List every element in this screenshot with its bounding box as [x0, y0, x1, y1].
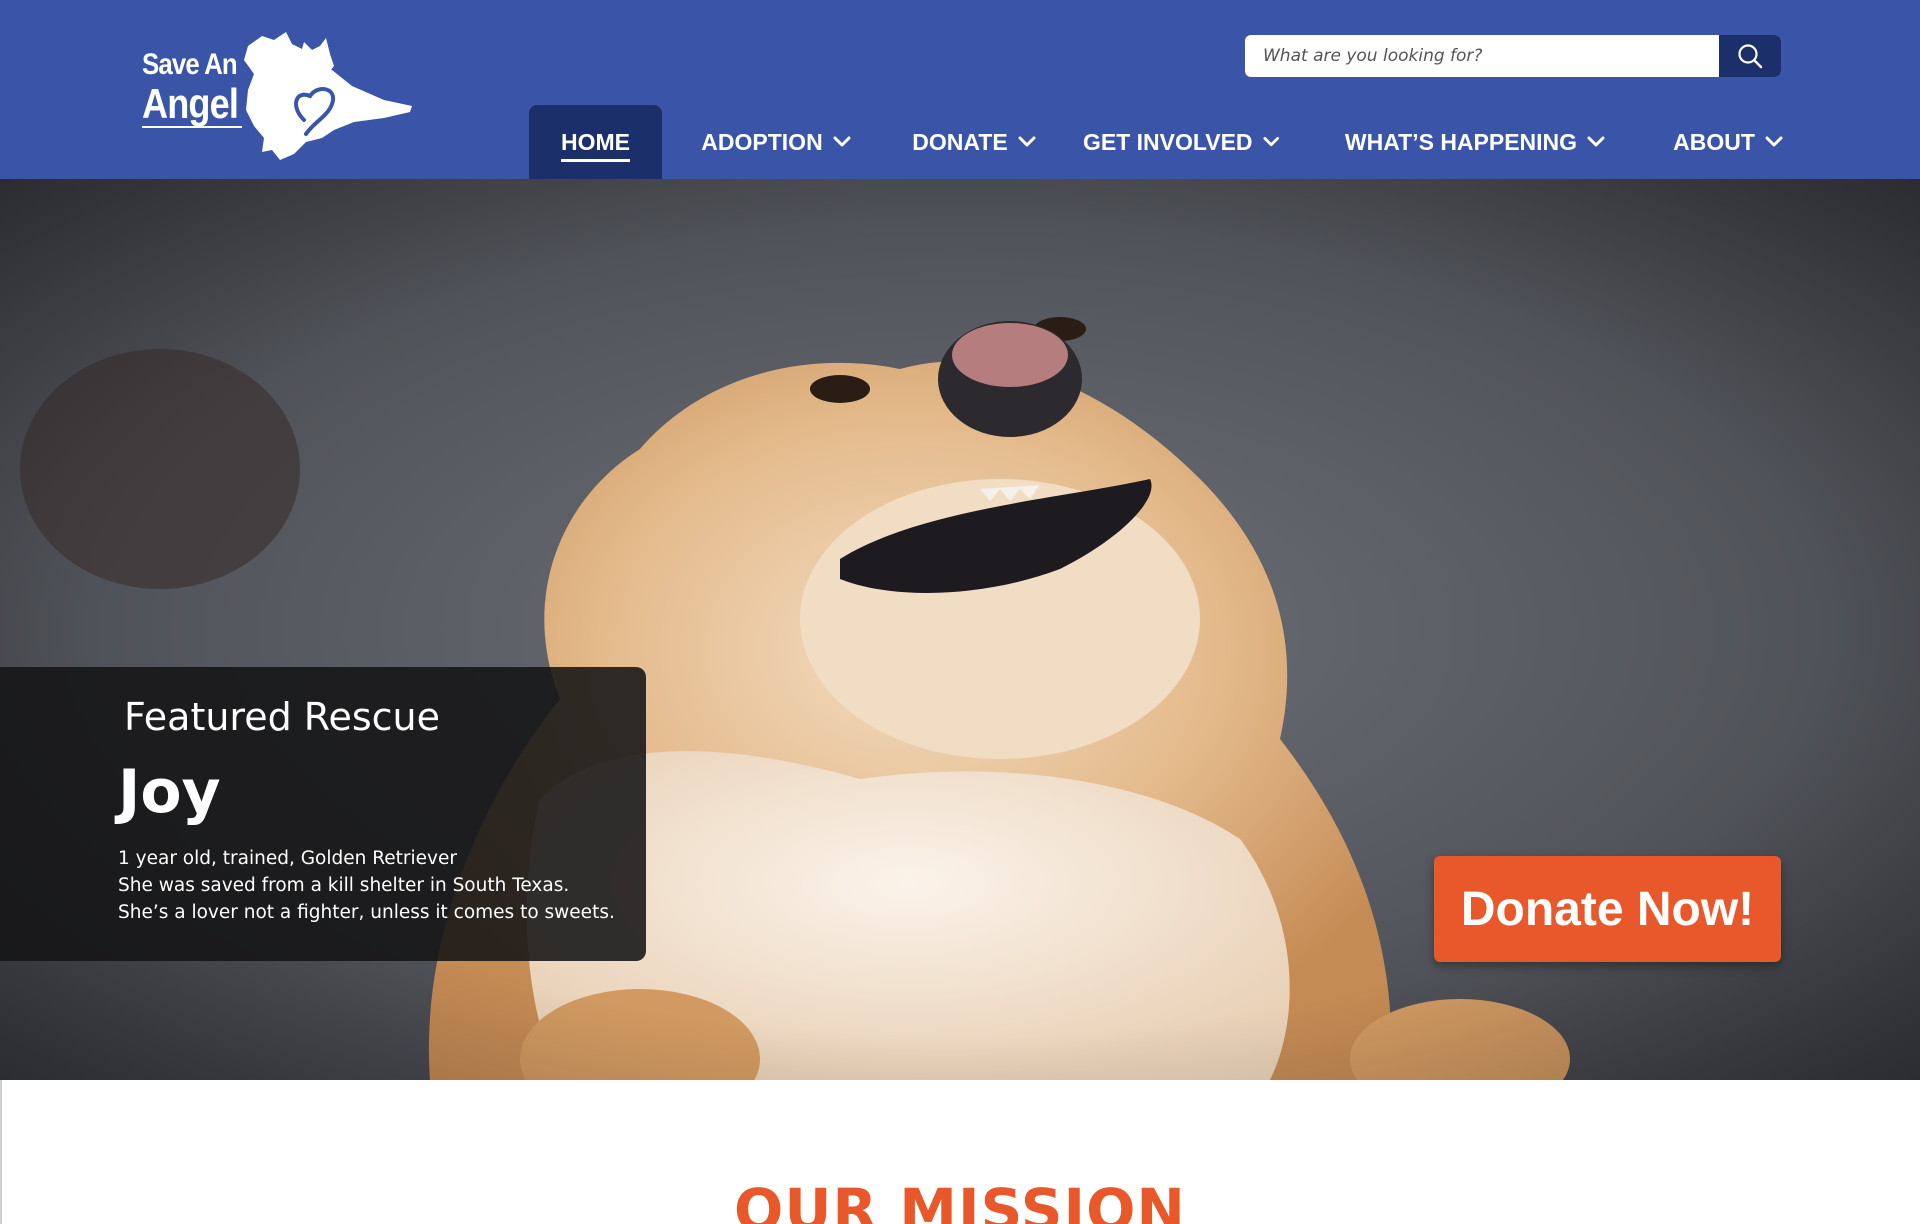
featured-rescue-card: Featured Rescue Joy 1 year old, trained,… [0, 667, 646, 961]
featured-rescue-line: She’s a lover not a fighter, unless it c… [118, 902, 615, 923]
hero-banner: Featured Rescue Joy 1 year old, trained,… [0, 179, 1920, 1080]
featured-rescue-kicker: Featured Rescue [124, 695, 441, 739]
nav-item-label: GET INVOLVED [1083, 128, 1253, 155]
nav-item-adoption[interactable]: ADOPTION [696, 105, 856, 179]
search-bar [1245, 35, 1781, 77]
nav-item-home[interactable]: HOME [529, 105, 662, 179]
main-nav: HOME ADOPTION DONATE GET INVOLVED WHAT’S… [0, 105, 1920, 179]
nav-item-about[interactable]: ABOUT [1672, 105, 1784, 179]
site-header: Save An Angel HOME ADOPTION [0, 0, 1920, 179]
chevron-down-icon [1263, 136, 1279, 147]
chevron-down-icon [1587, 136, 1605, 147]
featured-rescue-description: 1 year old, trained, Golden Retriever Sh… [118, 845, 615, 926]
nav-item-label: DONATE [912, 128, 1008, 155]
featured-rescue-line: 1 year old, trained, Golden Retriever [118, 848, 457, 869]
chevron-down-icon [833, 136, 851, 147]
nav-item-label: HOME [561, 128, 630, 162]
donate-now-button[interactable]: Donate Now! [1434, 856, 1781, 962]
nav-item-donate[interactable]: DONATE [910, 105, 1038, 179]
search-button[interactable] [1719, 35, 1781, 77]
nav-item-whats-happening[interactable]: WHAT’S HAPPENING [1344, 105, 1606, 179]
nav-item-label: ABOUT [1673, 128, 1755, 155]
featured-rescue-line: She was saved from a kill shelter in Sou… [118, 875, 570, 896]
logo-text-line1: Save An [142, 48, 238, 81]
chevron-down-icon [1018, 136, 1036, 147]
search-input[interactable] [1245, 35, 1719, 77]
mission-heading: OUR MISSION [734, 1176, 1186, 1224]
nav-item-label: ADOPTION [701, 128, 823, 155]
nav-item-get-involved[interactable]: GET INVOLVED [1083, 105, 1279, 179]
search-icon [1738, 44, 1763, 69]
nav-item-label: WHAT’S HAPPENING [1344, 128, 1578, 155]
featured-rescue-name: Joy [118, 757, 221, 827]
chevron-down-icon [1765, 136, 1783, 147]
